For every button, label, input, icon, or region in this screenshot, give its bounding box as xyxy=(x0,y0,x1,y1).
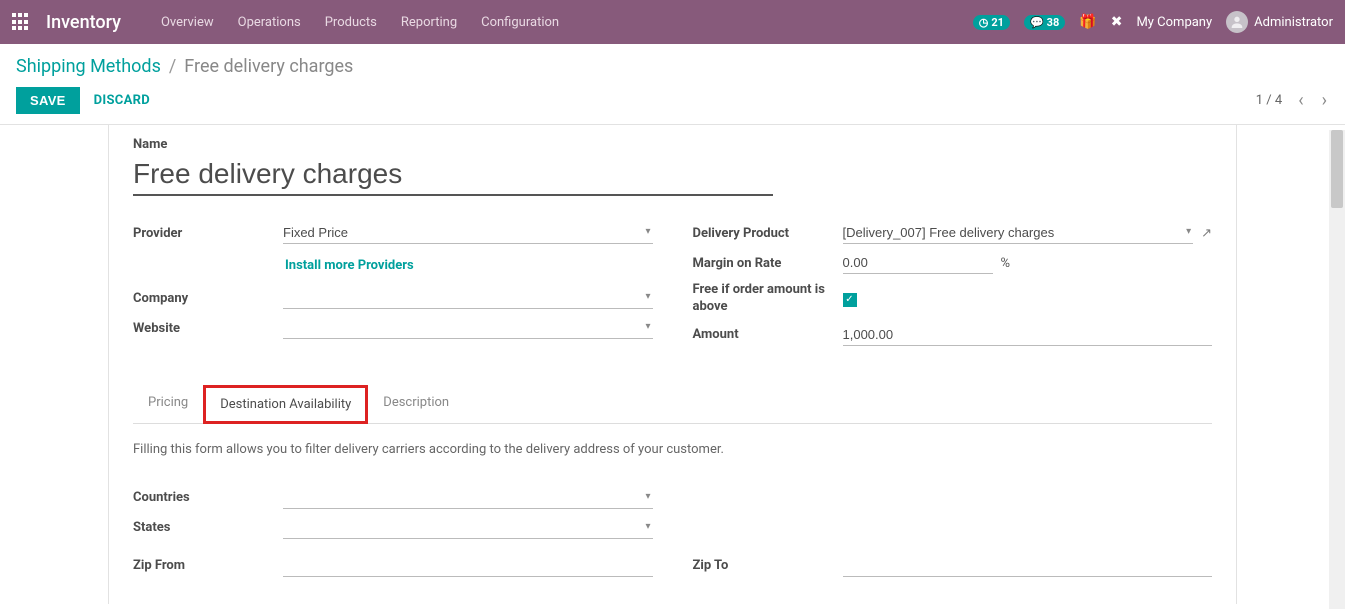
website-label: Website xyxy=(133,321,283,336)
activity-badge[interactable]: ◷21 xyxy=(973,15,1010,30)
tab-description[interactable]: Description xyxy=(368,385,464,424)
margin-suffix: % xyxy=(1001,256,1011,271)
user-menu[interactable]: Administrator xyxy=(1226,11,1333,33)
zipfrom-input[interactable] xyxy=(283,555,653,577)
actions-row: SAVE DISCARD 1 / 4 ‹ › xyxy=(16,87,1329,114)
countries-select[interactable] xyxy=(283,487,653,509)
nav-menu: Overview Operations Products Reporting C… xyxy=(161,15,973,30)
zipto-input[interactable] xyxy=(843,555,1213,577)
states-select[interactable] xyxy=(283,517,653,539)
control-bar: Shipping Methods / Free delivery charges… xyxy=(0,44,1345,125)
external-link-icon[interactable]: ↗ xyxy=(1201,226,1212,241)
website-select[interactable] xyxy=(283,317,653,339)
pager-count: 1 / 4 xyxy=(1256,93,1282,108)
nav-configuration[interactable]: Configuration xyxy=(481,15,559,30)
name-label: Name xyxy=(133,137,1212,152)
free-if-label: Free if order amount is above xyxy=(693,282,843,316)
avatar-icon xyxy=(1226,11,1248,33)
scrollbar-track[interactable] xyxy=(1329,130,1345,609)
clock-icon: ◷ xyxy=(979,16,989,29)
amount-label: Amount xyxy=(693,327,843,342)
provider-label: Provider xyxy=(133,226,283,241)
form-sheet: Name Provider ▾ Install more Providers C… xyxy=(108,125,1237,604)
free-if-checkbox[interactable]: ✓ xyxy=(843,293,857,307)
form-left-column: Provider ▾ Install more Providers Compan… xyxy=(133,222,653,354)
tools-icon[interactable]: ✖ xyxy=(1111,14,1123,30)
margin-label: Margin on Rate xyxy=(693,256,843,271)
margin-input[interactable] xyxy=(843,252,993,274)
nav-products[interactable]: Products xyxy=(325,15,377,30)
nav-reporting[interactable]: Reporting xyxy=(401,15,457,30)
gift-icon[interactable]: 🎁 xyxy=(1079,14,1096,30)
messages-count: 38 xyxy=(1047,16,1060,29)
scrollbar-thumb[interactable] xyxy=(1331,130,1343,208)
company-label: Company xyxy=(133,291,283,306)
tab-pricing[interactable]: Pricing xyxy=(133,385,203,424)
breadcrumb: Shipping Methods / Free delivery charges xyxy=(16,56,1329,77)
form-right-column: Delivery Product ▾ ↗ Margin on Rate % xyxy=(693,222,1213,354)
tab-description-text: Filling this form allows you to filter d… xyxy=(133,442,1212,457)
form-scroll[interactable]: Name Provider ▾ Install more Providers C… xyxy=(0,125,1345,604)
name-input[interactable] xyxy=(133,156,773,196)
top-navbar: Inventory Overview Operations Products R… xyxy=(0,0,1345,44)
nav-operations[interactable]: Operations xyxy=(238,15,301,30)
states-label: States xyxy=(133,520,283,535)
chat-icon: 💬 xyxy=(1030,16,1044,29)
apps-icon[interactable] xyxy=(12,13,30,31)
breadcrumb-current: Free delivery charges xyxy=(184,56,353,77)
tab-bar: Pricing Destination Availability Descrip… xyxy=(133,384,1212,424)
tab-destination-availability[interactable]: Destination Availability xyxy=(203,385,368,424)
nav-right: ◷21 💬38 🎁 ✖ My Company Administrator xyxy=(973,11,1333,33)
app-brand[interactable]: Inventory xyxy=(46,12,121,33)
user-name: Administrator xyxy=(1254,15,1333,30)
discard-button[interactable]: DISCARD xyxy=(94,93,150,108)
messages-badge[interactable]: 💬38 xyxy=(1024,15,1065,30)
company-selector[interactable]: My Company xyxy=(1136,15,1212,30)
countries-label: Countries xyxy=(133,490,283,505)
pager-prev[interactable]: ‹ xyxy=(1296,90,1305,111)
save-button[interactable]: SAVE xyxy=(16,87,80,114)
amount-input[interactable] xyxy=(843,324,1213,346)
pager: 1 / 4 ‹ › xyxy=(1256,90,1329,111)
breadcrumb-separator: / xyxy=(169,56,176,77)
activity-count: 21 xyxy=(991,16,1004,29)
delivery-product-label: Delivery Product xyxy=(693,226,843,241)
provider-select[interactable] xyxy=(283,222,653,244)
nav-overview[interactable]: Overview xyxy=(161,15,214,30)
breadcrumb-parent[interactable]: Shipping Methods xyxy=(16,56,161,77)
pager-next[interactable]: › xyxy=(1320,90,1329,111)
company-select[interactable] xyxy=(283,287,653,309)
zipto-label: Zip To xyxy=(693,558,843,573)
install-providers-link[interactable]: Install more Providers xyxy=(285,252,414,279)
delivery-product-select[interactable] xyxy=(843,222,1194,244)
zipfrom-label: Zip From xyxy=(133,558,283,573)
